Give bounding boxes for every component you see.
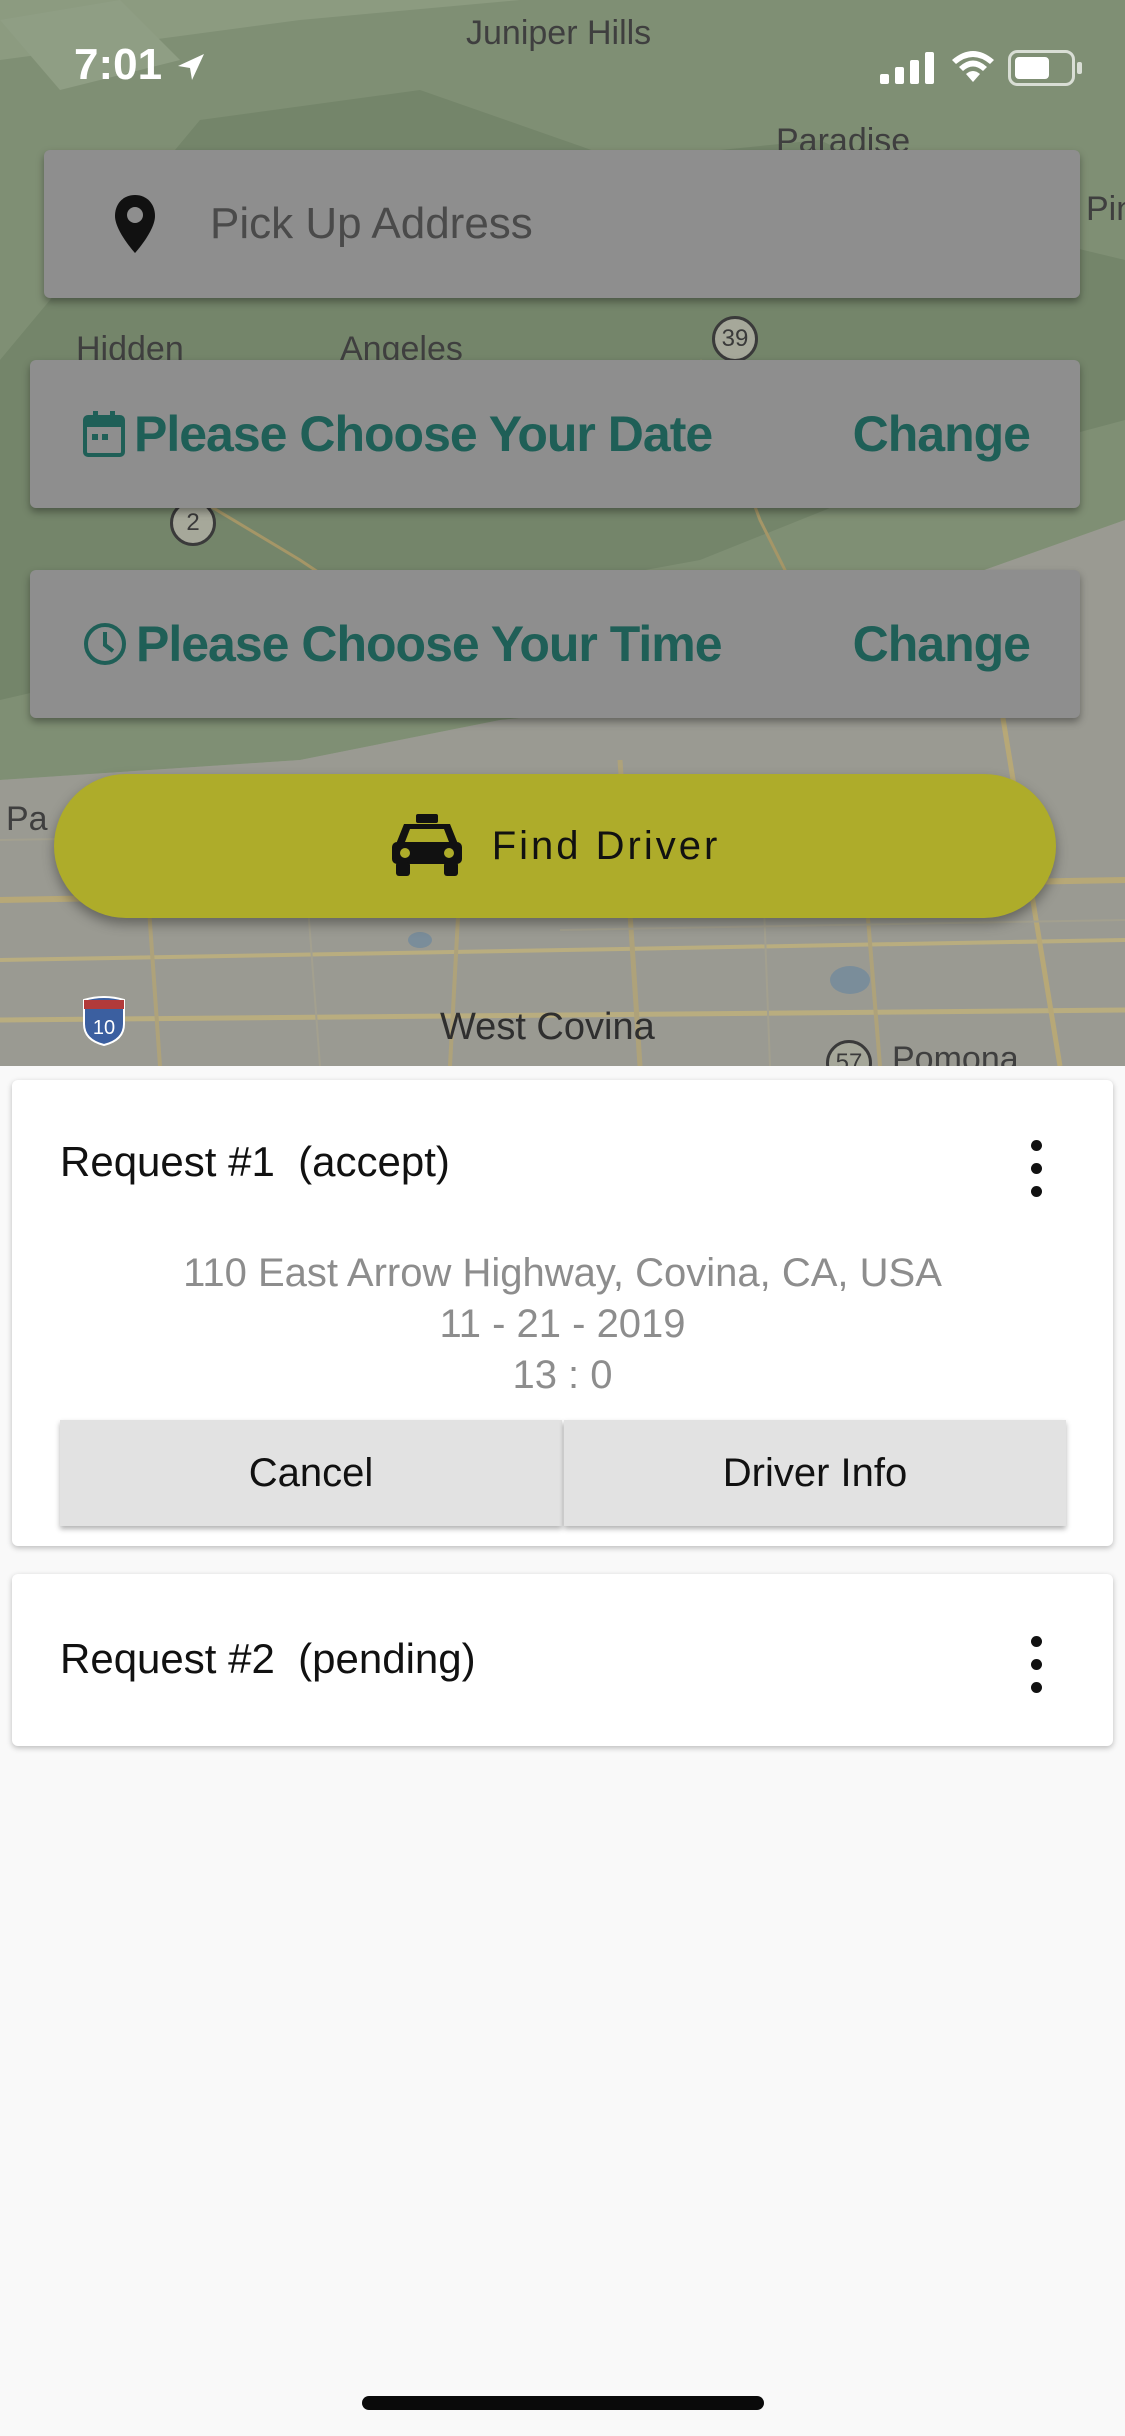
home-indicator[interactable]: [362, 2396, 764, 2410]
request-actions: Cancel Driver Info: [60, 1420, 1066, 1526]
request-title: Request #2 (pending): [60, 1635, 476, 1682]
request-date: 11 - 21 - 2019: [439, 1302, 686, 1346]
clock-icon: [84, 623, 126, 665]
map-label-pa: Pa: [6, 800, 48, 838]
location-pin-icon: [115, 195, 155, 253]
time-picker-row[interactable]: Please Choose Your Time Change: [30, 570, 1080, 718]
status-bar: 7:01: [0, 0, 1125, 132]
request-title: Request #1 (accept): [60, 1138, 450, 1185]
calendar-icon: [83, 411, 125, 457]
more-options-icon[interactable]: [1031, 1636, 1045, 1705]
driver-info-button[interactable]: Driver Info: [564, 1420, 1066, 1526]
map-label-pin: Pin: [1086, 190, 1125, 228]
date-picker-label: Please Choose Your Date: [134, 406, 713, 462]
request-card: Request #2 (pending): [12, 1574, 1113, 1746]
time-picker-label: Please Choose Your Time: [136, 616, 723, 672]
status-time: 7:01: [74, 40, 163, 89]
location-arrow-icon: [178, 54, 204, 80]
wifi-icon: [952, 51, 994, 82]
request-address: 110 East Arrow Highway, Covina, CA, USA: [183, 1251, 942, 1295]
taxi-icon: [391, 814, 462, 876]
date-picker-row[interactable]: Please Choose Your Date Change: [30, 360, 1080, 508]
map-label-west-covina: West Covina: [440, 1006, 655, 1048]
battery-icon: [1008, 50, 1082, 86]
route-39-shield: 39: [712, 316, 758, 362]
interstate-shield-icon: 10: [82, 996, 126, 1046]
find-driver-button[interactable]: Find Driver: [54, 774, 1056, 918]
cellular-signal-icon: [880, 52, 934, 84]
request-card: Request #1 (accept) 110 East Arrow Highw…: [12, 1080, 1113, 1546]
interstate-number: 10: [93, 1017, 115, 1039]
request-details: 110 East Arrow Highway, Covina, CA, USA …: [12, 1248, 1113, 1401]
cancel-request-button[interactable]: Cancel: [60, 1420, 562, 1526]
pickup-address-input[interactable]: Pick Up Address: [44, 150, 1080, 298]
request-time: 13 : 0: [512, 1353, 613, 1397]
map-label-pomona: Pomona: [892, 1040, 1019, 1066]
find-driver-label: Find Driver: [491, 823, 721, 868]
date-change-button[interactable]: Change: [853, 405, 1031, 463]
time-change-button[interactable]: Change: [853, 615, 1031, 673]
more-options-icon[interactable]: [1031, 1140, 1045, 1209]
pickup-address-placeholder: Pick Up Address: [210, 199, 533, 248]
